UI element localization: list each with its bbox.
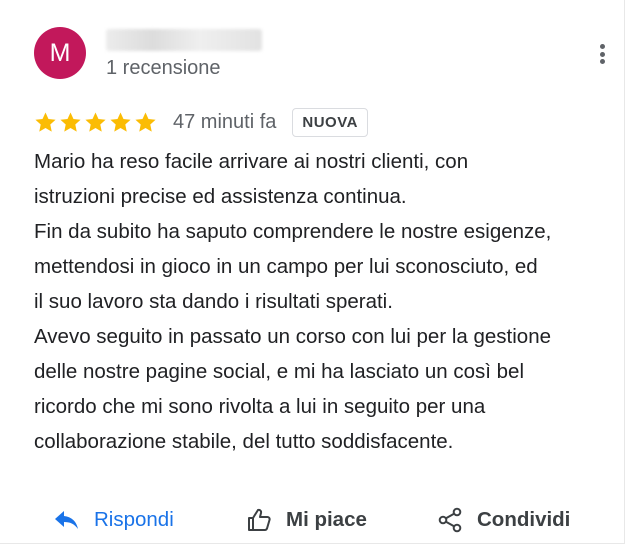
star-icon <box>135 111 156 132</box>
review-text-line: delle nostre pagine social, e mi ha lasc… <box>34 360 525 383</box>
review-text-line: mettendosi in gioco in un campo per lui … <box>34 255 538 278</box>
reply-button[interactable]: Rispondi <box>54 500 174 540</box>
reply-label: Rispondi <box>94 508 174 531</box>
avatar-letter: M <box>49 38 71 67</box>
review-text-line: collaborazione stabile, del tutto soddis… <box>34 430 454 453</box>
reviewer-name-redacted <box>106 29 262 51</box>
star-icon <box>85 111 106 132</box>
review-text-line: Avevo seguito in passato un corso con lu… <box>34 325 552 348</box>
review-text-line: istruzioni precise ed assistenza continu… <box>34 185 407 208</box>
avatar[interactable]: M <box>34 27 86 79</box>
more-vert-icon[interactable] <box>592 40 612 68</box>
review-time: 47 minuti fa <box>173 110 277 133</box>
star-rating <box>34 111 159 134</box>
new-badge: NUOVA <box>292 107 368 137</box>
star-icon <box>110 111 131 132</box>
rating-row: 47 minuti fa NUOVA <box>34 106 368 138</box>
review-text: Mario ha reso facile arrivare ai nostri … <box>34 144 624 459</box>
share-label: Condividi <box>477 508 571 531</box>
review-text-line: Mario ha reso facile arrivare ai nostri … <box>34 150 469 173</box>
like-button[interactable]: Mi piace <box>246 500 367 540</box>
review-card: M 1 recensione 47 minuti fa NUOVA Mario … <box>0 0 625 544</box>
reply-arrow-icon <box>54 509 80 531</box>
review-count[interactable]: 1 recensione <box>106 57 221 80</box>
review-actions: Rispondi Mi piace Condividi <box>0 500 625 540</box>
review-text-line: Fin da subito ha saputo comprendere le n… <box>34 220 552 243</box>
thumbs-up-icon <box>246 507 272 533</box>
share-icon <box>437 507 463 533</box>
share-button[interactable]: Condividi <box>437 500 570 540</box>
star-icon <box>35 111 56 132</box>
like-label: Mi piace <box>286 508 367 531</box>
review-text-line: il suo lavoro sta dando i risultati sper… <box>34 290 393 313</box>
review-text-line: ricordo che mi sono rivolta a lui in seg… <box>34 395 486 418</box>
star-icon <box>60 111 81 132</box>
